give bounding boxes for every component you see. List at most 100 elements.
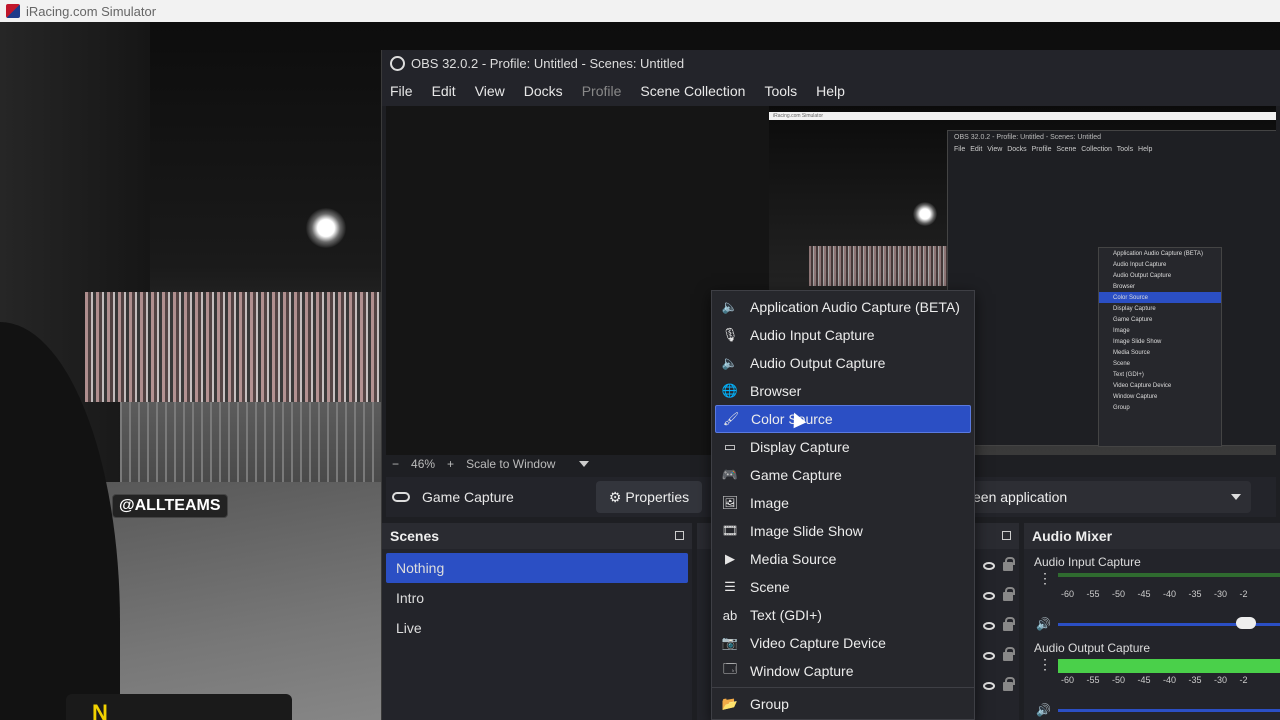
obs-logo-icon (390, 55, 405, 71)
menu-item-media-source[interactable]: ▶ Media Source (715, 545, 971, 573)
audio-mixer-panel: Audio Mixer Audio Input Capture ⋮ -60 -5… (1024, 523, 1280, 720)
menu-item-scene[interactable]: ☰ Scene (715, 573, 971, 601)
scenes-header: Scenes (382, 523, 692, 549)
menu-item-application-audio-capture-beta[interactable]: 🔈 Application Audio Capture (BETA) (715, 293, 971, 321)
eye-icon[interactable] (983, 562, 995, 570)
nested-menu-item: Audio Output Capture (1113, 272, 1172, 279)
lock-icon[interactable] (1003, 646, 1015, 661)
speaker-icon[interactable]: 🔊 (1036, 617, 1051, 631)
menu-file[interactable]: File (390, 83, 423, 99)
nested-menu-item: Scene (1113, 360, 1131, 367)
scene-item-intro[interactable]: Intro (386, 583, 688, 613)
menu-scene-collection[interactable]: Scene Collection (640, 83, 755, 99)
add-source-context-menu: 🔈 Application Audio Capture (BETA) 🎙 Audio … (711, 290, 975, 720)
zoom-out-button[interactable]: − (392, 457, 399, 471)
menu-item-image-slide-show[interactable]: 🎞 Image Slide Show (715, 517, 971, 545)
properties-button[interactable]: ⚙ Properties (596, 481, 702, 513)
nested-menu-item: Image (1113, 327, 1130, 334)
menu-item-audio-output-capture[interactable]: 🔈 Audio Output Capture (715, 349, 971, 377)
menu-item-label: Media Source (750, 551, 837, 567)
overlay-team-tag: @ALLTEAMS (112, 494, 228, 518)
iracing-logo-icon (6, 4, 20, 18)
nested-menu-item: Text (GDI+) (1113, 371, 1144, 378)
menu-item-color-source[interactable]: 🖌 Color Source (715, 405, 971, 433)
channel-menu-icon[interactable]: ⋮ (1038, 657, 1052, 671)
mixer-channel-name: Audio Output Capture (1034, 641, 1151, 655)
host-window-title: iRacing.com Simulator (26, 3, 157, 19)
stadium-light (306, 208, 346, 248)
gear-icon: ⚙ (608, 488, 622, 505)
scene-grandstand (85, 292, 385, 402)
volume-slider[interactable]: 🔊 (1028, 699, 1280, 720)
menu-edit[interactable]: Edit (432, 83, 466, 99)
menu-item-text-gdi[interactable]: ab Text (GDI+) (715, 601, 971, 629)
undock-icon[interactable] (1002, 531, 1011, 540)
menu-docks[interactable]: Docks (524, 83, 573, 99)
play-icon: ▶ (725, 551, 735, 566)
camera-icon: 📷 (721, 635, 739, 650)
eye-icon[interactable] (983, 682, 995, 690)
eye-icon[interactable] (983, 652, 995, 660)
menu-item-label: Group (750, 696, 789, 712)
slider-handle[interactable] (1236, 617, 1256, 629)
nested-menu-item: Browser (1113, 283, 1136, 290)
nested-menu-item: Image Slide Show (1113, 338, 1162, 345)
obs-title-bar: OBS 32.0.2 - Profile: Untitled - Scenes:… (382, 50, 1280, 76)
hud-letter: N (92, 700, 108, 720)
menu-view[interactable]: View (475, 83, 515, 99)
menu-item-display-capture[interactable]: ▭ Display Capture (715, 433, 971, 461)
volume-meter: ⋮ -60 -55 -50 -45 -40 -35 -30 -2 (1028, 657, 1280, 699)
scene-item-nothing[interactable]: Nothing (386, 553, 688, 583)
menu-help[interactable]: Help (816, 83, 855, 99)
scene-label: Intro (396, 590, 425, 606)
menu-tools[interactable]: Tools (764, 83, 807, 99)
menu-item-label: Display Capture (750, 439, 850, 455)
scene-label: Live (396, 620, 422, 636)
menu-item-game-capture[interactable]: 🎮 Game Capture (715, 461, 971, 489)
capture-window-select[interactable]: een application (961, 481, 1251, 513)
eye-icon[interactable] (983, 622, 995, 630)
menu-separator (712, 687, 974, 688)
obs-menu-bar: File Edit View Docks Profile Scene Colle… (382, 76, 1280, 106)
menu-item-label: Video Capture Device (750, 635, 886, 651)
nested-menu-item: Video Capture Device (1113, 382, 1172, 389)
menu-item-audio-input-capture[interactable]: 🎙 Audio Input Capture (715, 321, 971, 349)
channel-menu-icon[interactable]: ⋮ (1038, 571, 1052, 585)
menu-item-video-capture-device[interactable]: 📷 Video Capture Device (715, 629, 971, 657)
slideshow-icon: 🎞 (721, 523, 739, 538)
gamepad-icon: 🎮 (721, 467, 739, 482)
zoom-in-button[interactable]: + (447, 457, 454, 471)
slider-track[interactable] (1058, 709, 1280, 712)
eye-icon[interactable] (983, 592, 995, 600)
nested-obs-menu: File Edit View Docks Profile Scene Colle… (954, 146, 1153, 153)
nested-menu-item: Color Source (1099, 292, 1221, 303)
chevron-down-icon[interactable] (579, 461, 590, 467)
speaker-icon: 🔈 (721, 355, 739, 370)
menu-item-label: Scene (750, 579, 790, 595)
lock-icon[interactable] (1003, 556, 1015, 571)
monitor-icon: ▭ (723, 439, 737, 454)
menu-item-window-capture[interactable]: 🗔 Window Capture (715, 657, 971, 685)
menu-item-label: Image (750, 495, 789, 511)
scale-mode-select[interactable]: Scale to Window (466, 457, 555, 471)
nested-menu-item: Group (1113, 404, 1130, 411)
speaker-icon[interactable]: 🔊 (1036, 703, 1051, 717)
hud-panel: N (66, 694, 292, 720)
lock-icon[interactable] (1003, 616, 1015, 631)
nested-menu-item: Display Capture (1113, 305, 1156, 312)
scene-item-live[interactable]: Live (386, 613, 688, 643)
menu-item-group[interactable]: 📂 Group (715, 690, 971, 718)
list-icon: ☰ (724, 579, 736, 594)
menu-item-browser[interactable]: 🌐 Browser (715, 377, 971, 405)
nested-menu-item: Game Capture (1113, 316, 1153, 323)
text-icon: ab (722, 607, 738, 623)
volume-slider[interactable]: 🔊 (1028, 613, 1280, 635)
lock-icon[interactable] (1003, 586, 1015, 601)
menu-item-image[interactable]: 🖼 Image (715, 489, 971, 517)
undock-icon[interactable] (675, 531, 684, 540)
menu-profile[interactable]: Profile (582, 83, 632, 99)
preview-grandstand (809, 246, 949, 286)
scene-label: Nothing (396, 560, 445, 576)
menu-item-label: Text (GDI+) (750, 607, 822, 623)
lock-icon[interactable] (1003, 676, 1015, 691)
